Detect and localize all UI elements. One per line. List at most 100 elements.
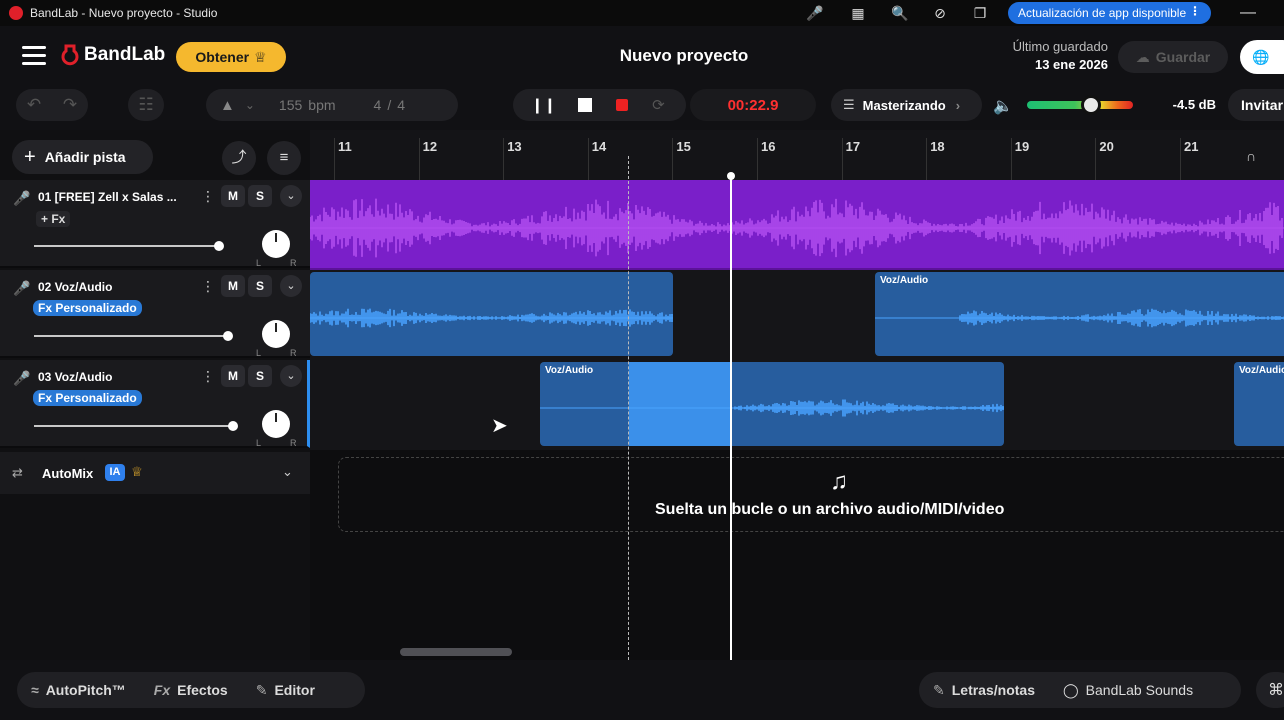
track-lane-3[interactable]: Voz/Audio Voz/Audio (310, 360, 1284, 450)
mute-button[interactable]: M (221, 365, 245, 387)
command-icon: ⌘ (1268, 682, 1284, 699)
crown-icon: ♕ (131, 464, 143, 479)
track-settings-button[interactable]: ≡ (267, 141, 301, 175)
automation-button[interactable]: ⤴ (222, 141, 256, 175)
track-volume-slider[interactable] (34, 425, 234, 427)
playhead[interactable] (730, 176, 732, 660)
track-volume-knob[interactable] (214, 241, 224, 251)
solo-button[interactable]: S (248, 185, 272, 207)
pan-knob[interactable] (262, 320, 290, 348)
autopitch-icon: ≈ (31, 682, 39, 698)
track-lane-2[interactable]: Voz/Audio (310, 270, 1284, 360)
pan-knob[interactable] (262, 410, 290, 438)
eye-off-icon[interactable]: ⊘ (931, 4, 949, 22)
ai-badge: IA (105, 464, 125, 481)
track-row-2[interactable]: 🎤 02 Voz/Audio ⋮ M S ⌄ Fx Personalizado … (0, 270, 310, 358)
timeline-area[interactable]: ∩ 11 12 13 14 15 16 17 18 19 20 21 Voz/Audio Voz/A… (310, 130, 1284, 660)
track-row-3[interactable]: 🎤 03 Voz/Audio ⋮ M S ⌄ Fx Personalizado … (0, 360, 310, 448)
add-track-button[interactable]: + Añadir pista (12, 140, 153, 174)
timeline-ruler[interactable]: ∩ 11 12 13 14 15 16 17 18 19 20 21 (310, 130, 1284, 180)
chevron-down-icon[interactable]: ⌄ (280, 275, 302, 297)
audio-clip[interactable]: Voz/Audio (1234, 362, 1284, 446)
mastering-button[interactable]: ☰ Masterizando › (831, 89, 982, 121)
cloud-upload-icon: ☁ (1135, 48, 1150, 65)
horizontal-scrollbar[interactable] (400, 648, 512, 656)
piano-icon[interactable]: ▦ (849, 4, 867, 22)
audio-clip[interactable] (310, 272, 673, 356)
last-saved-label: Último guardado (1012, 39, 1108, 54)
mute-button[interactable]: M (221, 275, 245, 297)
track-name[interactable]: 03 Voz/Audio (38, 370, 196, 384)
effects-button[interactable]: Fx Efectos (140, 682, 242, 698)
drop-zone[interactable] (338, 457, 1284, 532)
lyrics-notes-button[interactable]: ✎ Letras/notas (919, 682, 1049, 699)
time-signature-numerator[interactable]: 4 (374, 97, 382, 113)
keyboard-button[interactable]: ☷ (128, 89, 164, 121)
bpm-value[interactable]: 155 (279, 97, 302, 113)
brand-logo[interactable]: BandLab (60, 44, 165, 66)
snap-magnet-icon[interactable]: ∩ (1246, 148, 1264, 166)
track-menu-icon[interactable]: ⋮ (201, 368, 215, 385)
update-available-button[interactable]: Actualización de app disponible ⋮ (1008, 2, 1211, 24)
automix-label: AutoMix (42, 466, 94, 481)
chevron-down-icon[interactable]: ⌄ (282, 464, 293, 480)
bandlab-sounds-button[interactable]: ◯ BandLab Sounds (1049, 682, 1207, 699)
track-name[interactable]: 02 Voz/Audio (38, 280, 196, 294)
solo-button[interactable]: S (248, 365, 272, 387)
effects-label: Efectos (177, 682, 228, 698)
ruler-tick (418, 138, 420, 180)
invite-button[interactable]: Invitar (1228, 89, 1284, 121)
track-volume-knob[interactable] (223, 331, 233, 341)
metronome-icon[interactable]: ▲ (220, 97, 235, 114)
loop-icon[interactable]: ⟳ (652, 96, 665, 114)
track-row-1[interactable]: 🎤 01 [FREE] Zell x Salas ... ⋮ M S ⌄ + F… (0, 180, 310, 268)
audio-clip[interactable] (310, 180, 1284, 268)
track-volume-slider[interactable] (34, 245, 220, 247)
project-title[interactable]: Nuevo proyecto (584, 46, 784, 66)
master-volume-knob[interactable] (1080, 95, 1101, 115)
solo-button[interactable]: S (248, 275, 272, 297)
speaker-icon[interactable]: 🔈 (993, 96, 1013, 116)
redo-icon[interactable]: ↷ (59, 95, 81, 115)
track-menu-icon[interactable]: ⋮ (201, 188, 215, 205)
chevron-down-icon[interactable]: ⌄ (280, 185, 302, 207)
waveform (540, 399, 1004, 417)
ruler-bar-number: 14 (591, 139, 607, 154)
audio-clip[interactable]: Voz/Audio (875, 272, 1284, 356)
audio-clip-selected[interactable]: Voz/Audio (540, 362, 1004, 446)
window-minimize-button[interactable]: — (1240, 4, 1256, 22)
loop-marker[interactable] (628, 156, 629, 660)
ruler-bar-number: 11 (338, 139, 352, 154)
share-button[interactable]: 🌐 (1240, 40, 1284, 74)
add-fx-button[interactable]: + Fx (36, 211, 71, 227)
record-icon[interactable] (616, 99, 629, 111)
track-lane-1[interactable] (310, 180, 1284, 270)
update-label: Actualización de app disponible (1018, 6, 1187, 20)
microphone-icon[interactable]: 🎤 (806, 4, 824, 22)
fx-custom-chip[interactable]: Fx Personalizado (33, 300, 142, 316)
track-volume-slider[interactable] (34, 335, 229, 337)
track-menu-icon[interactable]: ⋮ (201, 278, 215, 295)
extensions-icon[interactable]: ❐ (971, 4, 989, 22)
chevron-down-icon[interactable]: ⌄ (245, 98, 255, 112)
track-volume-knob[interactable] (228, 421, 238, 431)
time-signature-denominator[interactable]: 4 (397, 97, 405, 113)
shortcuts-button[interactable]: ⌘ (1256, 672, 1284, 708)
autopitch-button[interactable]: ≈ AutoPitch™ (17, 682, 140, 698)
pan-knob[interactable] (262, 230, 290, 258)
automix-row[interactable]: ⇄ AutoMix IA ♕ ⌄ (0, 452, 310, 494)
microphone-icon: 🎤 (13, 370, 31, 386)
stop-icon[interactable] (578, 98, 593, 112)
chevron-down-icon[interactable]: ⌄ (280, 365, 302, 387)
fx-custom-chip[interactable]: Fx Personalizado (33, 390, 142, 406)
editor-button[interactable]: ✎ Editor (242, 682, 329, 699)
mute-button[interactable]: M (221, 185, 245, 207)
piano-keys-icon: ☷ (138, 95, 154, 114)
undo-icon[interactable]: ↶ (23, 95, 45, 115)
get-membership-button[interactable]: Obtener ♕ (176, 42, 286, 72)
pause-icon[interactable]: ❙❙ (531, 96, 556, 114)
track-name[interactable]: 01 [FREE] Zell x Salas ... (38, 190, 196, 204)
hamburger-icon[interactable] (22, 46, 46, 66)
zoom-icon[interactable]: 🔍 (891, 4, 909, 22)
save-button[interactable]: ☁ Guardar (1118, 41, 1228, 73)
